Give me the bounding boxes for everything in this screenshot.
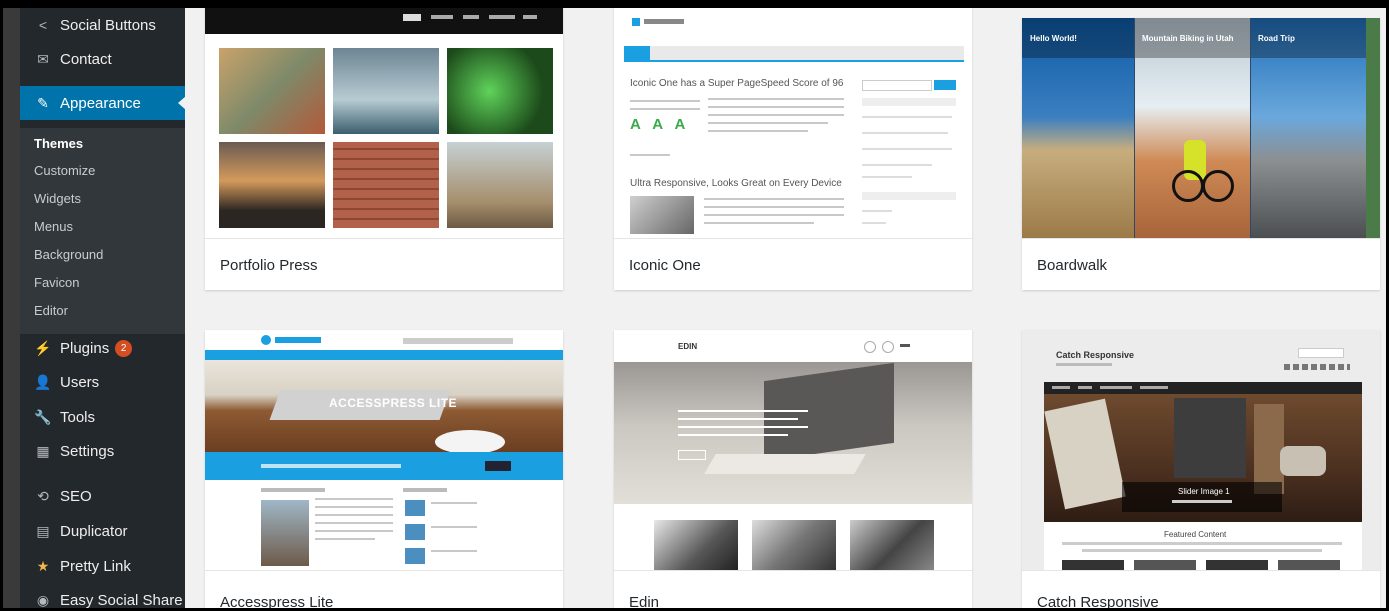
theme-name: Boardwalk xyxy=(1037,257,1108,274)
preview-post-title: Ultra Responsive, Looks Great on Every D… xyxy=(630,178,842,189)
submenu-editor[interactable]: Editor xyxy=(34,303,68,318)
menu-item-label: Appearance xyxy=(60,94,141,112)
featured-heading: Featured Content xyxy=(1164,530,1227,539)
sliders-icon: ▦ xyxy=(36,442,50,459)
screen: < Social Buttons ✉ Contact ✎ Appearance … xyxy=(0,0,1389,611)
paintbrush-icon: ✎ xyxy=(37,94,49,111)
menu-item-users[interactable]: 👤 Users xyxy=(20,365,185,399)
menu-item-label: Pretty Link xyxy=(60,557,131,575)
admin-sidebar: < Social Buttons ✉ Contact ✎ Appearance … xyxy=(3,8,186,609)
theme-card-boardwalk[interactable]: Hello World! Mountain Biking in Utah Roa… xyxy=(1022,18,1380,290)
menu-item-label: Settings xyxy=(60,442,115,460)
menu-item-label: Social Buttons xyxy=(60,16,156,34)
menu-item-pretty-link[interactable]: ★ Pretty Link xyxy=(20,549,185,583)
theme-name: Catch Responsive xyxy=(1037,594,1159,611)
card-divider xyxy=(205,570,563,571)
sidebar-edge xyxy=(3,8,20,608)
submenu-widgets[interactable]: Widgets xyxy=(34,191,81,206)
theme-screenshot: Hello World! Mountain Biking in Utah Roa… xyxy=(1022,18,1380,238)
seo-icon: ⟲ xyxy=(37,487,49,504)
card-divider xyxy=(1022,570,1380,571)
envelope-icon: ✉ xyxy=(37,50,49,67)
preview-logo: EDIN xyxy=(678,342,698,351)
preview-post-title: Road Trip xyxy=(1258,34,1295,43)
menu-item-settings[interactable]: ▦ Settings xyxy=(20,434,185,468)
plug-icon: ⚡ xyxy=(34,339,52,356)
card-divider xyxy=(1022,238,1380,239)
appearance-submenu: Themes Customize Widgets Menus Backgroun… xyxy=(20,128,185,334)
wrench-icon: 🔧 xyxy=(34,408,52,425)
submenu-background[interactable]: Background xyxy=(34,247,103,262)
active-arrow xyxy=(178,96,186,110)
theme-screenshot xyxy=(205,8,563,238)
theme-card-accesspress-lite[interactable]: ACCESSPRESS LITE Accesspress Lite xyxy=(205,330,563,611)
card-divider xyxy=(205,238,563,239)
submenu-customize[interactable]: Customize xyxy=(34,163,95,178)
preview-site-title: Catch Responsive xyxy=(1056,350,1135,360)
theme-name: Edin xyxy=(629,594,660,611)
theme-screenshot: ACCESSPRESS LITE xyxy=(205,330,563,570)
card-divider xyxy=(614,570,972,571)
menu-item-appearance[interactable]: ✎ Appearance xyxy=(20,86,186,120)
preview-post-title: Hello World! xyxy=(1030,34,1077,43)
star-icon: ★ xyxy=(36,557,50,574)
menu-item-label: Easy Social Share xyxy=(60,591,183,609)
theme-card-edin[interactable]: EDIN Edin xyxy=(614,330,972,611)
share-icon: < xyxy=(38,17,48,33)
theme-screenshot: EDIN xyxy=(614,330,972,570)
users-icon: 👤 xyxy=(34,373,52,390)
menu-item-social-buttons[interactable]: < Social Buttons xyxy=(20,8,185,42)
theme-name: Portfolio Press xyxy=(220,257,318,274)
menu-item-label: SEO xyxy=(60,487,92,505)
menu-item-tools[interactable]: 🔧 Tools xyxy=(20,400,185,434)
menu-item-label: Users xyxy=(60,373,100,391)
menu-item-label: Plugins xyxy=(60,339,110,357)
hero-title: ACCESSPRESS LITE xyxy=(329,396,458,410)
theme-screenshot: Catch Responsive Slider Image 1 Featured… xyxy=(1022,330,1380,570)
preview-post-title: Iconic One has a Super PageSpeed Score o… xyxy=(630,78,844,89)
theme-name: Iconic One xyxy=(629,257,701,274)
card-divider xyxy=(614,238,972,239)
theme-card-catch-responsive[interactable]: Catch Responsive Slider Image 1 Featured… xyxy=(1022,330,1380,611)
menu-item-contact[interactable]: ✉ Contact xyxy=(20,42,185,76)
slider-caption: Slider Image 1 xyxy=(1178,487,1230,496)
theme-name: Accesspress Lite xyxy=(220,594,334,611)
menu-item-label: Contact xyxy=(60,50,112,68)
theme-card-portfolio-press[interactable]: Portfolio Press xyxy=(205,8,563,290)
submenu-menus[interactable]: Menus xyxy=(34,219,73,234)
menu-item-easy-social-share[interactable]: ◉ Easy Social Share xyxy=(20,583,185,609)
update-count-badge: 2 xyxy=(115,339,133,357)
submenu-themes[interactable]: Themes xyxy=(34,136,83,151)
theme-card-iconic-one[interactable]: Iconic One has a Super PageSpeed Score o… xyxy=(614,8,972,290)
preview-post-title: Mountain Biking in Utah xyxy=(1142,34,1234,43)
menu-item-label: Tools xyxy=(60,408,96,426)
menu-item-seo[interactable]: ⟲ SEO xyxy=(20,479,185,513)
duplicator-icon: ▤ xyxy=(36,522,50,539)
theme-screenshot: Iconic One has a Super PageSpeed Score o… xyxy=(614,8,972,238)
menu-item-plugins[interactable]: ⚡ Plugins 2 xyxy=(20,331,185,365)
menu-item-duplicator[interactable]: ▤ Duplicator xyxy=(20,514,185,548)
menu-item-label: Duplicator xyxy=(60,522,128,540)
share-circle-icon: ◉ xyxy=(36,591,50,608)
submenu-favicon[interactable]: Favicon xyxy=(34,275,80,290)
